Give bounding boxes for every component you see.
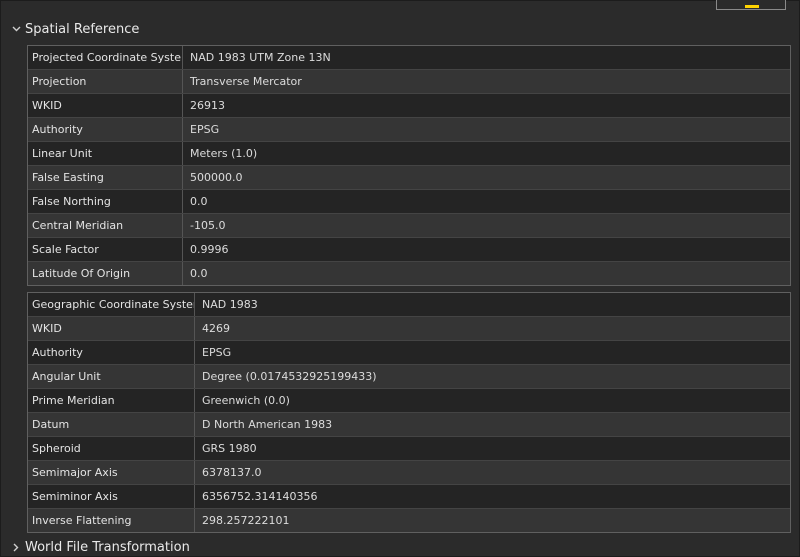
table-row: Datum D North American 1983 [28,412,790,436]
row-value[interactable]: GRS 1980 [195,437,257,460]
table-row: Spheroid GRS 1980 [28,436,790,460]
row-label: Semiminor Axis [28,485,195,508]
row-label: WKID [28,317,195,340]
row-value[interactable]: 0.9996 [183,238,229,261]
row-value[interactable]: EPSG [183,118,219,141]
table-row: Authority EPSG [28,117,790,141]
table-row: Authority EPSG [28,340,790,364]
table-row: Prime Meridian Greenwich (0.0) [28,388,790,412]
chevron-down-icon [9,26,23,32]
section-title: World File Transformation [25,539,190,555]
row-label: Latitude Of Origin [28,262,183,285]
row-value[interactable]: D North American 1983 [195,413,332,436]
table-row: WKID 26913 [28,93,790,117]
row-value[interactable]: NAD 1983 UTM Zone 13N [183,46,331,69]
row-label: Inverse Flattening [28,509,195,532]
row-label: Prime Meridian [28,389,195,412]
table-row: WKID 4269 [28,316,790,340]
row-label: Semimajor Axis [28,461,195,484]
table-row: Semiminor Axis 6356752.314140356 [28,484,790,508]
section-spatial-reference[interactable]: Spatial Reference [9,19,139,39]
row-value[interactable]: NAD 1983 [195,293,258,316]
table-row: Inverse Flattening 298.257222101 [28,508,790,532]
row-value[interactable]: EPSG [195,341,231,364]
geographic-coordinate-system-table: Geographic Coordinate System NAD 1983 WK… [27,292,791,533]
toolbar-widget[interactable] [716,0,786,10]
properties-pane: Spatial Reference Projected Coordinate S… [0,0,800,557]
table-row: Linear Unit Meters (1.0) [28,141,790,165]
row-value[interactable]: 298.257222101 [195,509,289,532]
table-row: Angular Unit Degree (0.0174532925199433) [28,364,790,388]
row-value[interactable]: 0.0 [183,262,208,285]
table-row: Geographic Coordinate System NAD 1983 [28,293,790,316]
row-value[interactable]: 500000.0 [183,166,243,189]
row-value[interactable]: 26913 [183,94,225,117]
row-label: Geographic Coordinate System [28,293,195,316]
row-value[interactable]: Degree (0.0174532925199433) [195,365,377,388]
row-label: Authority [28,341,195,364]
row-label: Scale Factor [28,238,183,261]
row-value[interactable]: Transverse Mercator [183,70,302,93]
row-label: Linear Unit [28,142,183,165]
table-row: Semimajor Axis 6378137.0 [28,460,790,484]
chevron-right-icon [9,543,23,552]
row-label: Spheroid [28,437,195,460]
row-label: Projection [28,70,183,93]
row-value[interactable]: 4269 [195,317,230,340]
table-row: Projected Coordinate System NAD 1983 UTM… [28,46,790,69]
row-label: Authority [28,118,183,141]
row-value[interactable]: 6356752.314140356 [195,485,317,508]
section-title: Spatial Reference [25,21,140,37]
row-label: False Easting [28,166,183,189]
table-row: Central Meridian -105.0 [28,213,790,237]
row-label: Projected Coordinate System [28,46,183,69]
row-value[interactable]: 0.0 [183,190,208,213]
table-row: Projection Transverse Mercator [28,69,790,93]
table-row: Latitude Of Origin 0.0 [28,261,790,285]
row-value[interactable]: Meters (1.0) [183,142,257,165]
row-label: Datum [28,413,195,436]
row-label: WKID [28,94,183,117]
row-value[interactable]: -105.0 [183,214,225,237]
section-world-file-transformation[interactable]: World File Transformation [9,537,190,557]
row-value[interactable]: Greenwich (0.0) [195,389,290,412]
table-row: False Easting 500000.0 [28,165,790,189]
row-label: Angular Unit [28,365,195,388]
row-value[interactable]: 6378137.0 [195,461,262,484]
table-row: Scale Factor 0.9996 [28,237,790,261]
table-row: False Northing 0.0 [28,189,790,213]
color-swatch [745,5,759,8]
row-label: Central Meridian [28,214,183,237]
projected-coordinate-system-table: Projected Coordinate System NAD 1983 UTM… [27,45,791,286]
row-label: False Northing [28,190,183,213]
